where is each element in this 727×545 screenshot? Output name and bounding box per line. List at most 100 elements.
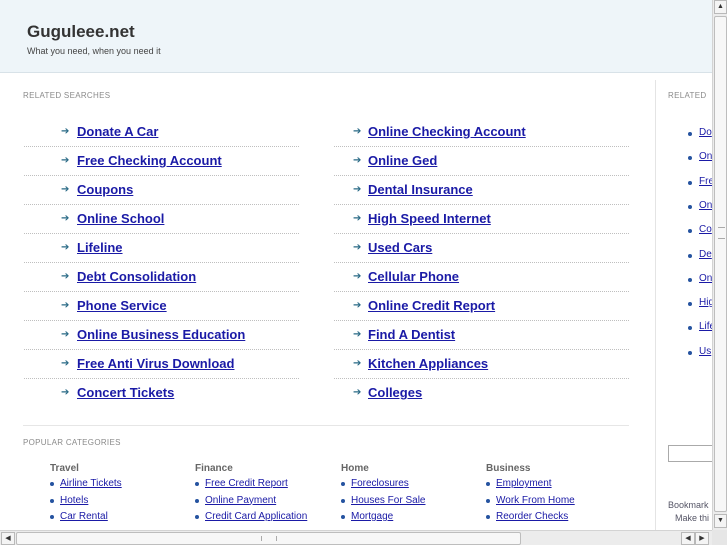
category-column: Travel Airline Tickets Hotels Car Rental [50,463,190,528]
category-link[interactable]: Airline Tickets [60,478,122,489]
sidebar-link[interactable]: Fre [699,176,712,187]
grip-icon [261,536,277,541]
horizontal-scrollbar[interactable]: ◀ ◀ ▶ [0,530,712,545]
sidebar-link[interactable]: De [699,249,712,260]
bullet-icon [341,515,345,519]
arrow-right-icon: ➔ [353,213,362,224]
related-search-link[interactable]: Kitchen Appliances [368,356,488,371]
related-search-link[interactable]: Online Checking Account [368,124,526,139]
related-search-link[interactable]: Lifeline [77,240,123,255]
related-search-item: ➔ Cellular Phone [334,263,629,292]
category-title: Travel [50,463,79,474]
arrow-right-icon: ➔ [61,184,70,195]
arrow-right-icon: ➔ [61,126,70,137]
related-search-link[interactable]: Colleges [368,385,422,400]
vertical-scrollbar[interactable]: ▲ ▼ [712,0,727,530]
category-item: Hotels [50,495,190,512]
bullet-icon [688,204,692,209]
bullet-icon [50,482,54,486]
related-searches-left-column: ➔ Donate A Car ➔ Free Checking Account ➔ Coup… [24,118,299,408]
scroll-right-icon[interactable]: ▶ [695,532,709,545]
category-title: Finance [195,463,233,474]
sidebar-link[interactable]: Us [699,346,711,357]
category-item: Reorder Checks [486,511,626,528]
arrow-right-icon: ➔ [353,387,362,398]
related-search-link[interactable]: High Speed Internet [368,211,491,226]
category-link[interactable]: Free Credit Report [205,478,288,489]
category-item: Free Credit Report [195,478,335,495]
related-search-link[interactable]: Find A Dentist [368,327,455,342]
sidebar-link[interactable]: Hig [699,297,712,308]
category-link[interactable]: Foreclosures [351,478,409,489]
related-search-link[interactable]: Dental Insurance [368,182,473,197]
bookmark-link[interactable]: Bookmark [668,500,709,510]
category-link[interactable]: Houses For Sale [351,495,425,506]
scroll-down-icon[interactable]: ▼ [714,514,727,528]
arrow-right-icon: ➔ [353,300,362,311]
category-title: Business [486,463,531,474]
category-link[interactable]: Online Payment [205,495,276,506]
related-search-link[interactable]: Debt Consolidation [77,269,196,284]
related-search-link[interactable]: Donate A Car [77,124,158,139]
site-title[interactable]: Guguleee.net [27,22,135,42]
related-search-link[interactable]: Free Anti Virus Download [77,356,234,371]
category-column: Finance Free Credit Report Online Payment C… [195,463,335,528]
sidebar-link[interactable]: On [699,200,712,211]
arrow-right-icon: ➔ [61,300,70,311]
category-column: Business Employment Work From Home Reorder … [486,463,626,528]
category-link[interactable]: Credit Card Application [205,511,307,522]
category-link[interactable]: Employment [496,478,552,489]
related-search-item: ➔ Phone Service [24,292,299,321]
scroll-left-icon[interactable]: ◀ [1,532,15,545]
make-homepage-link[interactable]: Make thi [675,513,709,523]
related-search-item: ➔ Dental Insurance [334,176,629,205]
category-link[interactable]: Mortgage [351,511,393,522]
vertical-scroll-thumb[interactable] [714,16,727,512]
related-search-link[interactable]: Phone Service [77,298,167,313]
related-search-link[interactable]: Cellular Phone [368,269,459,284]
bullet-icon [195,515,199,519]
category-link[interactable]: Car Rental [60,511,108,522]
related-search-link[interactable]: Online Business Education [77,327,245,342]
related-search-link[interactable]: Online Credit Report [368,298,495,313]
category-item: Car Rental [50,511,190,528]
related-search-link[interactable]: Used Cars [368,240,432,255]
sidebar-link[interactable]: Co [699,224,712,235]
category-item: Foreclosures [341,478,481,495]
arrow-right-icon: ➔ [61,242,70,253]
related-search-link[interactable]: Coupons [77,182,133,197]
sidebar-link[interactable]: On [699,151,712,162]
sidebar-link[interactable]: On [699,273,712,284]
bullet-icon [688,302,692,307]
related-search-link[interactable]: Free Checking Account [77,153,222,168]
site-tagline: What you need, when you need it [27,46,161,56]
sidebar-link[interactable]: Life [699,321,712,332]
scroll-up-icon[interactable]: ▲ [714,0,727,14]
arrow-right-icon: ➔ [61,155,70,166]
related-search-item: ➔ Concert Tickets [24,379,299,408]
category-link[interactable]: Work From Home [496,495,575,506]
related-search-link[interactable]: Online School [77,211,164,226]
related-search-item: ➔ Free Checking Account [24,147,299,176]
bullet-icon [341,482,345,486]
category-item: Online Payment [195,495,335,512]
horizontal-scroll-thumb[interactable] [16,532,521,545]
category-link[interactable]: Reorder Checks [496,511,568,522]
related-search-item: ➔ Online Ged [334,147,629,176]
bullet-icon [688,156,692,161]
sidebar-heading: RELATED [668,91,707,100]
related-search-link[interactable]: Online Ged [368,153,437,168]
related-search-item: ➔ Coupons [24,176,299,205]
scroll-left-icon[interactable]: ◀ [681,532,695,545]
sidebar-link[interactable]: Do [699,127,712,138]
sidebar-search-input[interactable] [668,445,712,462]
arrow-right-icon: ➔ [61,271,70,282]
category-link[interactable]: Hotels [60,495,88,506]
category-item: Work From Home [486,495,626,512]
related-search-link[interactable]: Concert Tickets [77,385,174,400]
bullet-icon [688,350,692,355]
arrow-right-icon: ➔ [353,242,362,253]
main-content: RELATED SEARCHES ➔ Donate A Car ➔ Free Chec… [4,80,656,530]
arrow-right-icon: ➔ [353,271,362,282]
arrow-right-icon: ➔ [61,329,70,340]
